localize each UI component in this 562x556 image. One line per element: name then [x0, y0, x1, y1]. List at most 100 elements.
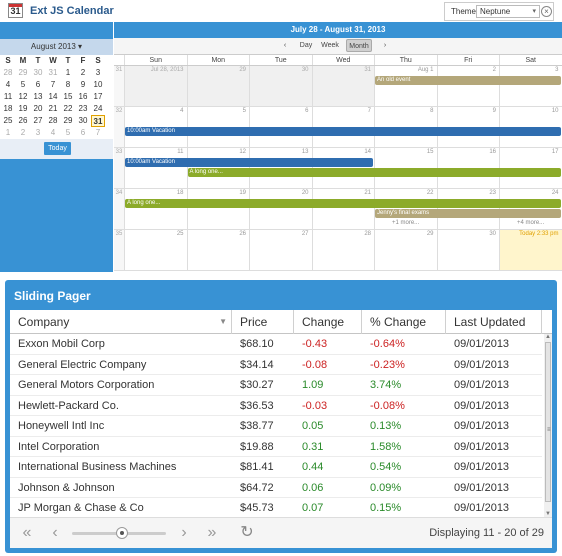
month-day-cell[interactable]: Today 2:33 pm [499, 230, 562, 270]
mini-calendar-day[interactable]: 25 [1, 115, 15, 127]
table-row[interactable]: Hewlett-Packard Co. $36.53 -0.03 -0.08% 09/0… [10, 396, 542, 416]
month-day-cell[interactable]: 30 [249, 66, 312, 106]
mini-calendar-day[interactable]: 31 [91, 115, 105, 127]
month-day-cell[interactable]: 29 [374, 230, 437, 270]
mini-calendar-day[interactable]: 16 [76, 91, 90, 103]
scroll-up-icon[interactable]: ▲ [545, 334, 551, 340]
mini-calendar-day[interactable]: 29 [61, 115, 75, 127]
column-header[interactable]: Change [294, 310, 362, 334]
month-day-cell[interactable]: 28 [311, 230, 375, 270]
month-day-cell[interactable]: 29 [186, 66, 249, 106]
column-header[interactable]: Company ▼ [10, 310, 232, 334]
clear-icon[interactable]: × [541, 6, 552, 17]
month-day-cell[interactable]: 18 [124, 189, 187, 229]
table-row[interactable]: General Electric Company $34.14 -0.08 -0.23… [10, 355, 542, 375]
month-day-cell[interactable]: 11 [124, 148, 187, 188]
mini-calendar-day[interactable]: 2 [76, 67, 90, 79]
prev-period-button[interactable]: ‹ [279, 39, 291, 52]
calendar-event[interactable]: 10:00am Vacation [125, 158, 373, 167]
mini-calendar-month-picker[interactable]: August 2013 ▾ [0, 39, 113, 55]
mini-calendar-day[interactable]: 17 [91, 91, 105, 103]
mini-calendar-day[interactable]: 15 [61, 91, 75, 103]
mini-calendar-day[interactable]: 10 [91, 79, 105, 91]
mini-calendar-day[interactable]: 1 [61, 67, 75, 79]
month-day-cell[interactable]: 25 [124, 230, 187, 270]
mini-calendar-day[interactable]: 2 [16, 127, 30, 139]
mini-calendar-day[interactable]: 7 [46, 79, 60, 91]
mini-calendar-day[interactable]: 28 [1, 67, 15, 79]
month-view-button[interactable]: Month [346, 39, 372, 52]
scrollbar-thumb[interactable]: ≡ [545, 342, 551, 502]
next-period-button[interactable]: › [379, 39, 391, 52]
mini-calendar-day[interactable]: 31 [46, 67, 60, 79]
mini-calendar-day[interactable]: 11 [1, 91, 15, 103]
month-day-cell[interactable]: Jul 28, 2013 [124, 66, 187, 106]
table-row[interactable]: General Motors Corporation $30.27 1.09 3.74… [10, 375, 542, 396]
calendar-event[interactable]: Jenny's final exams [375, 209, 561, 218]
today-button[interactable]: Today [44, 142, 71, 155]
mini-calendar-day[interactable]: 3 [91, 67, 105, 79]
chevron-down-icon[interactable]: ▾ [532, 7, 536, 15]
last-page-button[interactable]: » [203, 523, 221, 543]
month-day-cell[interactable]: 3 [499, 66, 562, 106]
month-day-cell[interactable]: 21 [311, 189, 375, 229]
mini-calendar-day[interactable]: 22 [61, 103, 75, 115]
day-view-button[interactable]: Day [296, 39, 316, 52]
mini-calendar-day[interactable]: 14 [46, 91, 60, 103]
page-slider-thumb[interactable] [115, 527, 128, 539]
month-day-cell[interactable]: 27 [249, 230, 312, 270]
mini-calendar-day[interactable]: 30 [31, 67, 45, 79]
calendar-event[interactable]: 10:00am Vacation [125, 127, 561, 136]
mini-calendar-day[interactable]: 6 [31, 79, 45, 91]
month-day-cell[interactable]: 2 [436, 66, 500, 106]
refresh-icon[interactable]: ↻ [238, 523, 256, 543]
table-row[interactable]: Honeywell Intl Inc $38.77 0.05 0.13% 09/01/2… [10, 416, 542, 437]
more-events-link[interactable]: +4 more... [517, 220, 544, 226]
mini-calendar-day[interactable]: 13 [31, 91, 45, 103]
mini-calendar-day[interactable]: 1 [1, 127, 15, 139]
mini-calendar-day[interactable]: 3 [31, 127, 45, 139]
month-day-cell[interactable]: 30 [436, 230, 500, 270]
mini-calendar-day[interactable]: 7 [91, 127, 105, 139]
mini-calendar-day[interactable]: 23 [76, 103, 90, 115]
month-day-cell[interactable]: 31 [311, 66, 374, 106]
mini-calendar-day[interactable]: 24 [91, 103, 105, 115]
more-events-link[interactable]: +1 more... [392, 220, 419, 226]
mini-calendar-day[interactable]: 8 [61, 79, 75, 91]
calendar-event[interactable]: A long one... [125, 199, 561, 208]
mini-calendar-day[interactable]: 12 [16, 91, 30, 103]
mini-calendar-day[interactable]: 9 [76, 79, 90, 91]
month-day-cell[interactable]: Aug 1 [374, 66, 437, 106]
mini-calendar-day[interactable]: 20 [31, 103, 45, 115]
table-row[interactable]: Johnson & Johnson $64.72 0.06 0.09% 09/01/20… [10, 478, 542, 498]
month-day-cell[interactable]: 19 [186, 189, 250, 229]
table-row[interactable]: Exxon Mobil Corp $68.10 -0.43 -0.64% 09/01/2… [10, 334, 542, 355]
theme-select[interactable]: Neptune ▾ [476, 5, 540, 18]
column-menu-icon[interactable]: ▼ [219, 310, 227, 334]
first-page-button[interactable]: « [18, 523, 36, 543]
mini-calendar-day[interactable]: 21 [46, 103, 60, 115]
mini-calendar-day[interactable]: 18 [1, 103, 15, 115]
month-day-cell[interactable]: 26 [186, 230, 250, 270]
column-header[interactable]: % Change [362, 310, 446, 334]
mini-calendar-day[interactable]: 5 [61, 127, 75, 139]
prev-page-button[interactable]: ‹ [46, 523, 64, 543]
table-row[interactable]: International Business Machines $81.41 0.4… [10, 457, 542, 478]
mini-calendar-day[interactable]: 26 [16, 115, 30, 127]
month-day-cell[interactable]: 20 [249, 189, 312, 229]
column-header[interactable]: Price [232, 310, 294, 334]
calendar-event[interactable]: A long one... [187, 168, 561, 177]
next-page-button[interactable]: › [175, 523, 193, 543]
mini-calendar-day[interactable]: 4 [46, 127, 60, 139]
mini-calendar-day[interactable]: 30 [76, 115, 90, 127]
mini-calendar-day[interactable]: 5 [16, 79, 30, 91]
vertical-scrollbar[interactable]: ▲ ≡ ▼ [544, 334, 552, 517]
table-row[interactable]: Intel Corporation $19.88 0.31 1.58% 09/01/20… [10, 437, 542, 457]
mini-calendar-day[interactable]: 6 [76, 127, 90, 139]
mini-calendar-day[interactable]: 19 [16, 103, 30, 115]
mini-calendar-day[interactable]: 29 [16, 67, 30, 79]
mini-calendar-day[interactable]: 28 [46, 115, 60, 127]
mini-calendar-day[interactable]: 4 [1, 79, 15, 91]
week-view-button[interactable]: Week [319, 39, 341, 52]
mini-calendar-day[interactable]: 27 [31, 115, 45, 127]
